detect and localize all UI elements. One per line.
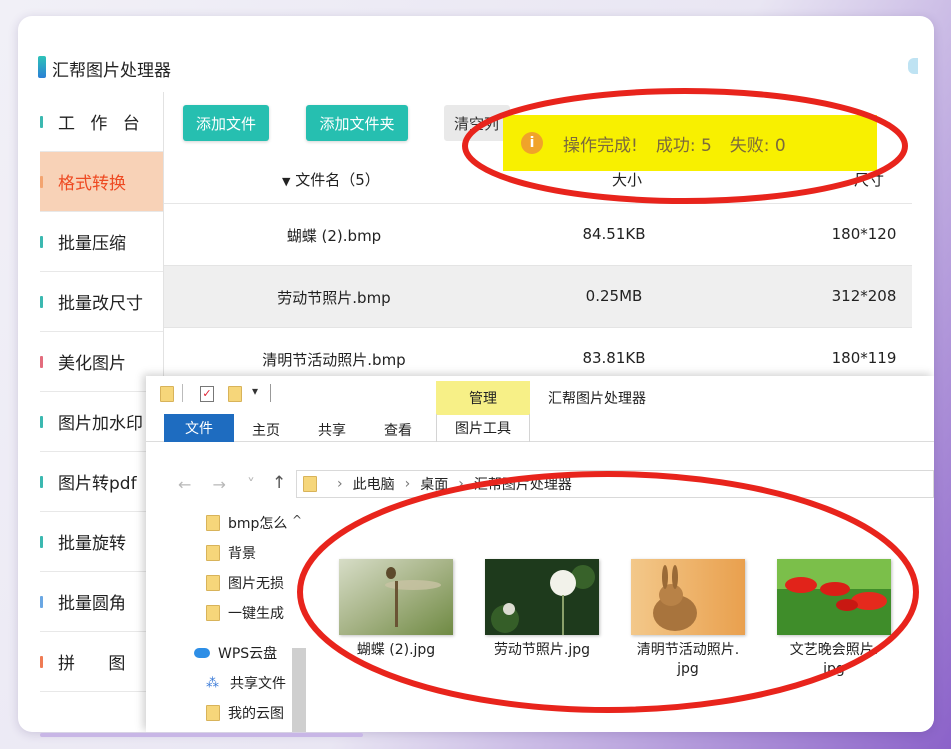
- chevron-right-icon: ›: [458, 476, 464, 492]
- poppy-image: [777, 559, 891, 635]
- sidebar-item-round-corner[interactable]: 批量圆角: [40, 572, 163, 632]
- file-thumbnail-qingming[interactable]: 清明节活动照片. jpg: [630, 559, 746, 679]
- ribbon-tabs: 文件 主页 共享 查看 图片工具: [146, 414, 934, 442]
- file-thumbnail-butterfly[interactable]: 蝴蝶 (2).jpg: [338, 559, 454, 660]
- file-name: 清明节活动照片.: [636, 642, 740, 658]
- filename-column-header[interactable]: ▼ 文件名（5）: [282, 169, 380, 190]
- nav-item-folder[interactable]: bmp怎么: [206, 512, 287, 534]
- row-dimensions: 312*208: [831, 287, 897, 305]
- nav-item-wps-cloud[interactable]: WPS云盘: [194, 642, 277, 664]
- ribbon-tab-home[interactable]: 主页: [252, 420, 280, 440]
- toast-message: 操作完成!: [563, 135, 638, 156]
- file-name: 劳动节照片.jpg: [493, 642, 591, 658]
- navigation-pane: bmp怎么 背景 图片无损 一键生成 WPS云盘 ⁂ 共享文件 我的云图: [176, 506, 294, 732]
- toast-fail-count: 失败: 0: [729, 135, 786, 156]
- file-name-ext: jpg: [823, 661, 845, 677]
- add-file-button[interactable]: 添加文件: [183, 105, 269, 141]
- sidebar-item-collage[interactable]: 拼 图: [40, 632, 163, 692]
- file-thumbnail-labor-day[interactable]: 劳动节照片.jpg: [484, 559, 600, 660]
- chevron-right-icon: ›: [337, 476, 343, 492]
- sidebar-item-rotate[interactable]: 批量旋转: [40, 512, 163, 572]
- sidebar-item-beautify[interactable]: 美化图片: [40, 332, 163, 392]
- nav-item-shared-files[interactable]: ⁂ 共享文件: [206, 672, 286, 694]
- file-name: 蝴蝶 (2).jpg: [356, 642, 436, 658]
- sidebar-item-batch-compress[interactable]: 批量压缩: [40, 212, 163, 272]
- file-table: ▼ 文件名（5） 大小 尺寸 蝴蝶 (2).bmp 84.51KB 180*12…: [164, 152, 912, 390]
- row-size: 84.51KB: [582, 225, 646, 243]
- separator: [182, 384, 183, 402]
- explorer-title: 汇帮图片处理器: [548, 391, 646, 407]
- separator: [270, 384, 271, 402]
- sidebar-item-format-convert[interactable]: 格式转换: [40, 152, 163, 212]
- manage-tab[interactable]: 管理: [436, 381, 530, 415]
- folder-icon: [206, 545, 220, 561]
- chevron-right-icon: ›: [404, 476, 411, 492]
- dimensions-column-header[interactable]: 尺寸: [854, 169, 884, 190]
- cloud-icon: [194, 648, 210, 658]
- breadcrumb-desktop[interactable]: 桌面: [420, 474, 448, 494]
- row-filename: 清明节活动照片.bmp: [262, 351, 406, 369]
- share-icon: ⁂: [206, 676, 219, 691]
- nav-item-folder[interactable]: 图片无损: [206, 572, 284, 594]
- app-window: 汇帮图片处理器 工 作 台 格式转换 批量压缩 批量改尺寸 美化图片 图片加水印…: [18, 16, 934, 732]
- folder-icon: [206, 705, 220, 721]
- file-thumbnail-gala[interactable]: 文艺晚会照片. jpg: [776, 559, 892, 679]
- scroll-up-icon[interactable]: ^: [292, 513, 302, 527]
- back-forward-icon[interactable]: ← → ˅: [178, 475, 263, 494]
- ribbon-tab-picture-tools[interactable]: 图片工具: [436, 414, 530, 442]
- breadcrumb-folder[interactable]: 汇帮图片处理器: [474, 474, 572, 494]
- rabbit-image: [631, 559, 745, 635]
- window-edge-icon: [908, 58, 918, 74]
- nav-item-folder[interactable]: 一键生成: [206, 602, 284, 624]
- size-column-header[interactable]: 大小: [612, 169, 642, 190]
- file-name: 文艺晚会照片.: [789, 642, 879, 658]
- folder-icon: [160, 386, 174, 402]
- table-row[interactable]: 蝴蝶 (2).bmp 84.51KB 180*120: [164, 204, 912, 266]
- sidebar-item-watermark[interactable]: 图片加水印: [40, 392, 163, 452]
- row-dimensions: 180*120: [831, 225, 897, 243]
- folder-icon: [303, 476, 317, 492]
- app-logo: [38, 56, 46, 78]
- app-title: 汇帮图片处理器: [52, 61, 171, 81]
- success-toast: i 操作完成! 成功: 5 失败: 0: [503, 115, 877, 171]
- row-size: 0.25MB: [585, 287, 643, 305]
- nav-item-folder[interactable]: 背景: [206, 542, 256, 564]
- row-size: 83.81KB: [582, 349, 646, 367]
- row-dimensions: 180*119: [831, 349, 897, 367]
- folder-icon: [206, 605, 220, 621]
- scroll-indicator: [40, 733, 363, 737]
- arrow-up-icon[interactable]: ↑: [272, 473, 286, 493]
- sidebar-item-batch-resize[interactable]: 批量改尺寸: [40, 272, 163, 332]
- dragonfly-image: [339, 559, 453, 635]
- nav-item-my-cloud[interactable]: 我的云图: [206, 702, 284, 724]
- folder-icon: [206, 575, 220, 591]
- clear-list-button[interactable]: 清空列: [444, 105, 510, 141]
- ribbon-tab-view[interactable]: 查看: [384, 420, 412, 440]
- scrollbar-thumb[interactable]: [292, 648, 306, 732]
- sidebar-item-to-pdf[interactable]: 图片转pdf: [40, 452, 163, 512]
- row-filename: 劳动节照片.bmp: [277, 289, 391, 307]
- properties-icon[interactable]: ✓: [200, 386, 214, 402]
- table-row[interactable]: 劳动节照片.bmp 0.25MB 312*208: [164, 266, 912, 328]
- toast-success-count: 成功: 5: [655, 135, 712, 156]
- folder-icon: [206, 515, 220, 531]
- ribbon-tab-share[interactable]: 共享: [318, 420, 346, 440]
- new-folder-icon[interactable]: [228, 386, 242, 402]
- ribbon-tab-file[interactable]: 文件: [164, 414, 234, 442]
- file-name-ext: jpg: [677, 661, 699, 677]
- sidebar-item-workbench[interactable]: 工 作 台: [40, 92, 163, 152]
- sort-down-icon: ▼: [282, 175, 291, 188]
- breadcrumb-this-pc[interactable]: 此电脑: [353, 474, 395, 494]
- dandelion-image: [485, 559, 599, 635]
- address-bar[interactable]: › 此电脑 › 桌面 › 汇帮图片处理器: [296, 470, 934, 498]
- add-folder-button[interactable]: 添加文件夹: [306, 105, 408, 141]
- file-explorer-window: ✓ ▾ 管理 汇帮图片处理器 文件 主页 共享 查看 图片工具 ← → ˅ ↑ …: [146, 376, 934, 732]
- info-icon: i: [521, 132, 543, 154]
- chevron-down-icon[interactable]: ▾: [252, 384, 258, 404]
- row-filename: 蝴蝶 (2).bmp: [286, 227, 382, 245]
